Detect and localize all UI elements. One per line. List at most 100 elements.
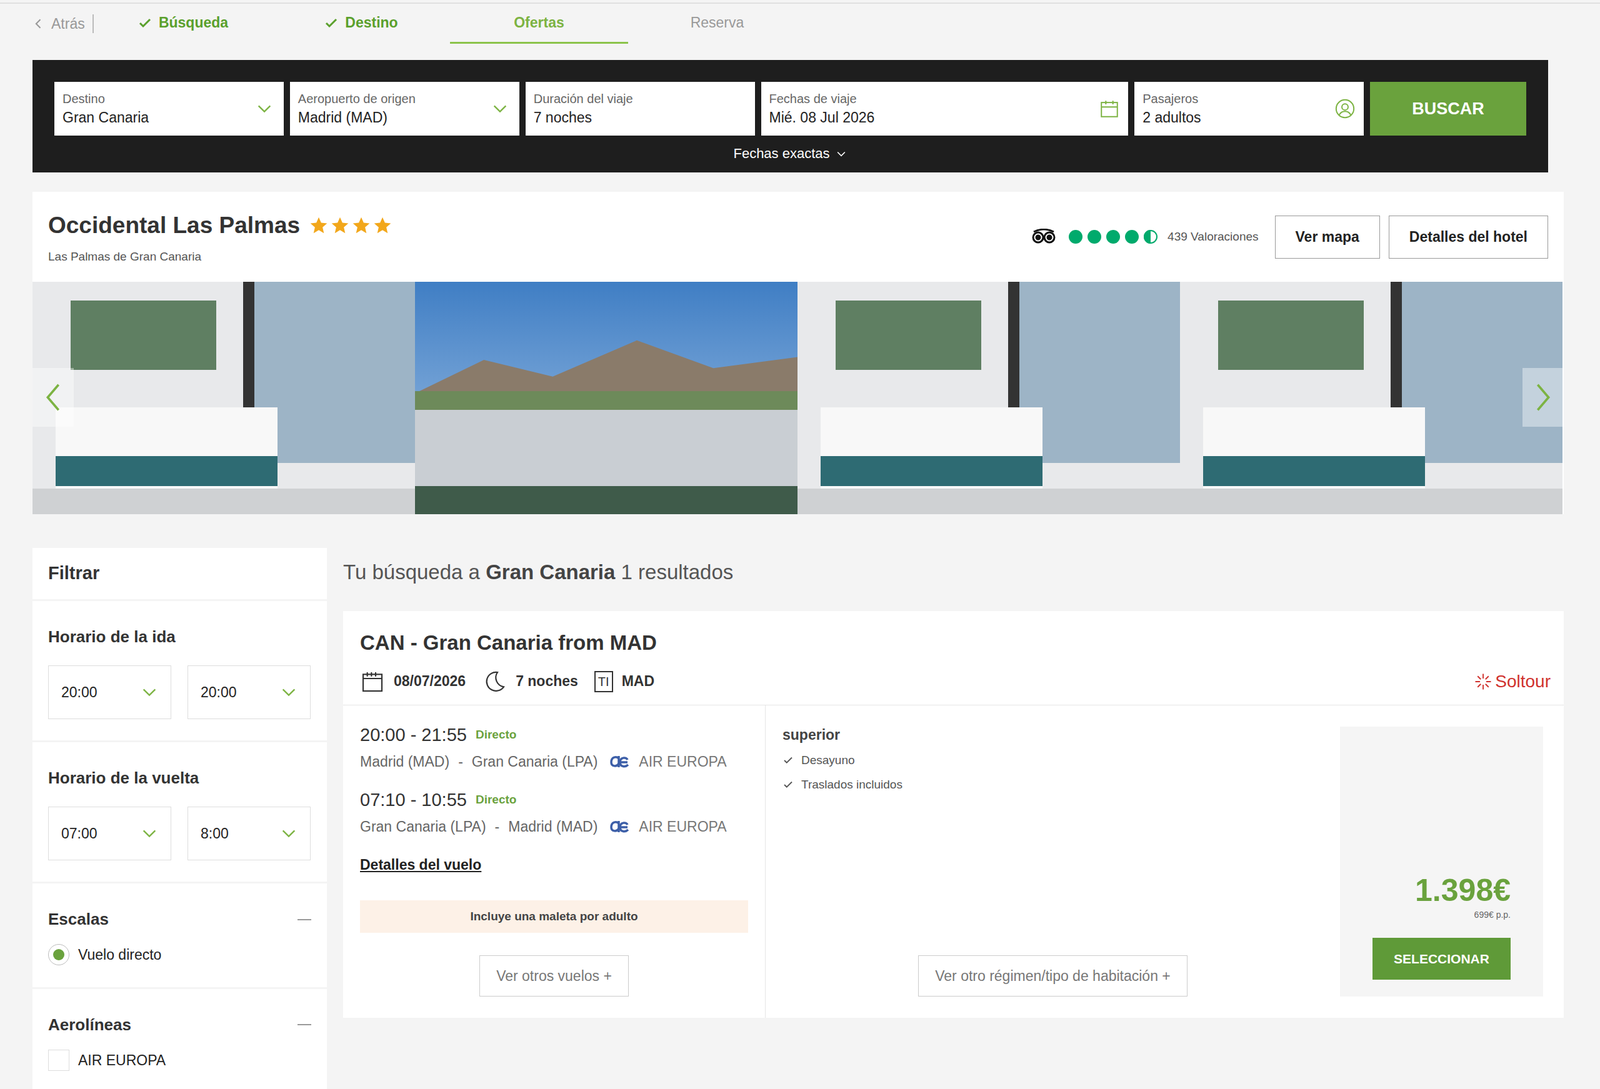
step-tab[interactable]: Destino	[271, 3, 450, 44]
flight-row: 20:00 - 21:55DirectoMadrid (MAD)-Gran Ca…	[360, 721, 749, 774]
star-icon	[330, 215, 350, 236]
field-value[interactable]: Gran Canaria	[62, 107, 149, 128]
time-select[interactable]: 20:00	[48, 665, 172, 720]
checkbox-option[interactable]: AIR EUROPA	[48, 1050, 312, 1072]
star-icon	[351, 215, 372, 236]
more-flights-button[interactable]: Ver otros vuelos +	[479, 955, 629, 997]
step-label[interactable]: Búsqueda	[158, 11, 229, 34]
select-button[interactable]: SELECCIONAR	[1372, 938, 1511, 980]
arrow-left-icon[interactable]	[32, 368, 74, 427]
chevron-down-icon	[140, 683, 159, 702]
time-select[interactable]: 07:00	[48, 806, 172, 861]
rating-bubbles	[1067, 228, 1159, 245]
air-europa-logo-icon	[608, 818, 630, 835]
search-field[interactable]: DestinoGran Canaria	[54, 81, 284, 136]
field-value[interactable]: Mié. 08 Jul 2026	[769, 107, 875, 128]
search-fields: DestinoGran CanariaAeropuerto de origenM…	[54, 81, 1527, 136]
rating-bubble-icon	[1067, 228, 1084, 245]
search-field[interactable]: Pasajeros2 adultos	[1134, 81, 1364, 136]
time-select[interactable]: 8:00	[187, 806, 311, 861]
collapse-icon[interactable]	[297, 1024, 312, 1026]
checkbox[interactable]	[48, 1050, 70, 1072]
field-value[interactable]: 2 adultos	[1142, 107, 1201, 128]
field-label: Pasajeros	[1142, 90, 1201, 108]
field-label: Destino	[62, 90, 149, 108]
time-value[interactable]: 20:00	[200, 681, 237, 704]
flight-column: 20:00 - 21:55DirectoMadrid (MAD)-Gran Ca…	[343, 705, 766, 1019]
step-tab[interactable]: Reserva	[628, 3, 807, 44]
user-icon	[1334, 98, 1356, 120]
hotel-photo[interactable]	[32, 281, 415, 515]
rating-bubble-icon	[1142, 228, 1159, 245]
radio[interactable]	[48, 944, 70, 966]
room-feature: Desayuno	[782, 751, 1324, 770]
field-value[interactable]: Madrid (MAD)	[298, 107, 416, 128]
hotel-stars	[308, 215, 393, 236]
step-nav: Atrás Búsqueda Destino Ofertas Reserva	[0, 2, 1600, 44]
time-select[interactable]: 20:00	[187, 665, 311, 720]
results-count: 1 resultados	[621, 560, 734, 584]
provider-logo: Soltour	[1473, 668, 1551, 695]
filter-section: Horario de la vuelta07:008:00	[32, 742, 327, 884]
exact-dates-toggle[interactable]: Fechas exactas	[54, 143, 1527, 164]
step-label[interactable]: Ofertas	[513, 11, 565, 34]
radio-option[interactable]: Vuelo directo	[48, 944, 312, 967]
hotel-button[interactable]: Detalles del hotel	[1388, 215, 1549, 259]
time-value[interactable]: 20:00	[61, 681, 98, 704]
divider	[92, 14, 94, 34]
step-label[interactable]: Reserva	[690, 11, 745, 34]
filter-section-title: Escalas	[48, 907, 109, 932]
filter-section-title: Horario de la ida	[48, 625, 176, 650]
review-count[interactable]: 439 Valoraciones	[1167, 228, 1259, 247]
time-value[interactable]: 8:00	[200, 823, 229, 845]
option-label[interactable]: Vuelo directo	[78, 944, 162, 967]
hotel-location: Las Palmas de Gran Canaria	[48, 248, 393, 267]
flight-times: 07:10 - 10:55	[360, 786, 467, 815]
hotel-photo[interactable]	[797, 281, 1180, 515]
time-value[interactable]: 07:00	[61, 823, 98, 845]
tripadvisor-icon	[1031, 228, 1057, 245]
luggage-note: Incluye una maleta por adulto	[360, 900, 749, 934]
field-value[interactable]: 7 noches	[533, 107, 634, 128]
flight-times: 20:00 - 21:55	[360, 721, 467, 750]
direct-badge: Directo	[475, 726, 517, 745]
hotel-photo[interactable]	[415, 281, 798, 515]
results-summary: Tu búsqueda a Gran Canaria 1 resultados	[343, 548, 1564, 612]
more-rooms-button[interactable]: Ver otro régimen/tipo de habitación +	[918, 955, 1188, 997]
chevron-down-icon	[835, 147, 848, 160]
collapse-icon[interactable]	[297, 919, 312, 921]
search-field[interactable]: Fechas de viajeMié. 08 Jul 2026	[761, 81, 1129, 136]
price-box: 1.398€699€ p.p.SELECCIONAR	[1340, 726, 1544, 998]
arrow-right-icon[interactable]	[1522, 368, 1564, 427]
rating-bubble-icon	[1105, 228, 1122, 245]
exact-dates-label[interactable]: Fechas exactas	[733, 143, 830, 164]
rating-bubble-icon	[1123, 228, 1140, 245]
flight-details-link[interactable]: Detalles del vuelo	[360, 854, 482, 877]
filter-section: Horario de la ida 20:00 20:00	[32, 601, 327, 743]
hotel-photo[interactable]	[1180, 281, 1563, 515]
step-label[interactable]: Destino	[345, 11, 398, 34]
search-field[interactable]: Duración del viaje7 noches	[525, 81, 755, 136]
option-label[interactable]: AIR EUROPA	[78, 1050, 166, 1072]
filter-section: AerolíneasAIR EUROPA	[32, 989, 327, 1089]
back-label[interactable]: Atrás	[51, 13, 85, 35]
route-separator: -	[458, 751, 464, 774]
check-icon	[323, 15, 339, 31]
hotel-button[interactable]: Ver mapa	[1275, 215, 1380, 259]
flight-from: Madrid (MAD)	[360, 751, 450, 774]
search-field[interactable]: Aeropuerto de origenMadrid (MAD)	[290, 81, 520, 136]
price-per-person: 699€ p.p.	[1474, 908, 1511, 922]
flight-from: Gran Canaria (LPA)	[360, 816, 487, 839]
hotel-name: Occidental Las Palmas	[48, 208, 300, 244]
rating-bubble-icon	[1086, 228, 1103, 245]
terminal-badge: TI	[594, 671, 614, 693]
step-tab[interactable]: Ofertas	[450, 3, 629, 44]
field-label: Aeropuerto de origen	[298, 90, 416, 108]
back-link[interactable]: Atrás	[0, 3, 93, 44]
step-tab[interactable]: Búsqueda	[93, 3, 272, 44]
chevron-down-icon	[280, 825, 298, 843]
room-column: superiorDesayunoTraslados incluidosVer o…	[765, 705, 1564, 1019]
route-separator: -	[495, 816, 500, 839]
filter-section: Escalas Vuelo directo	[32, 883, 327, 990]
search-button[interactable]: BUSCAR	[1370, 81, 1527, 136]
